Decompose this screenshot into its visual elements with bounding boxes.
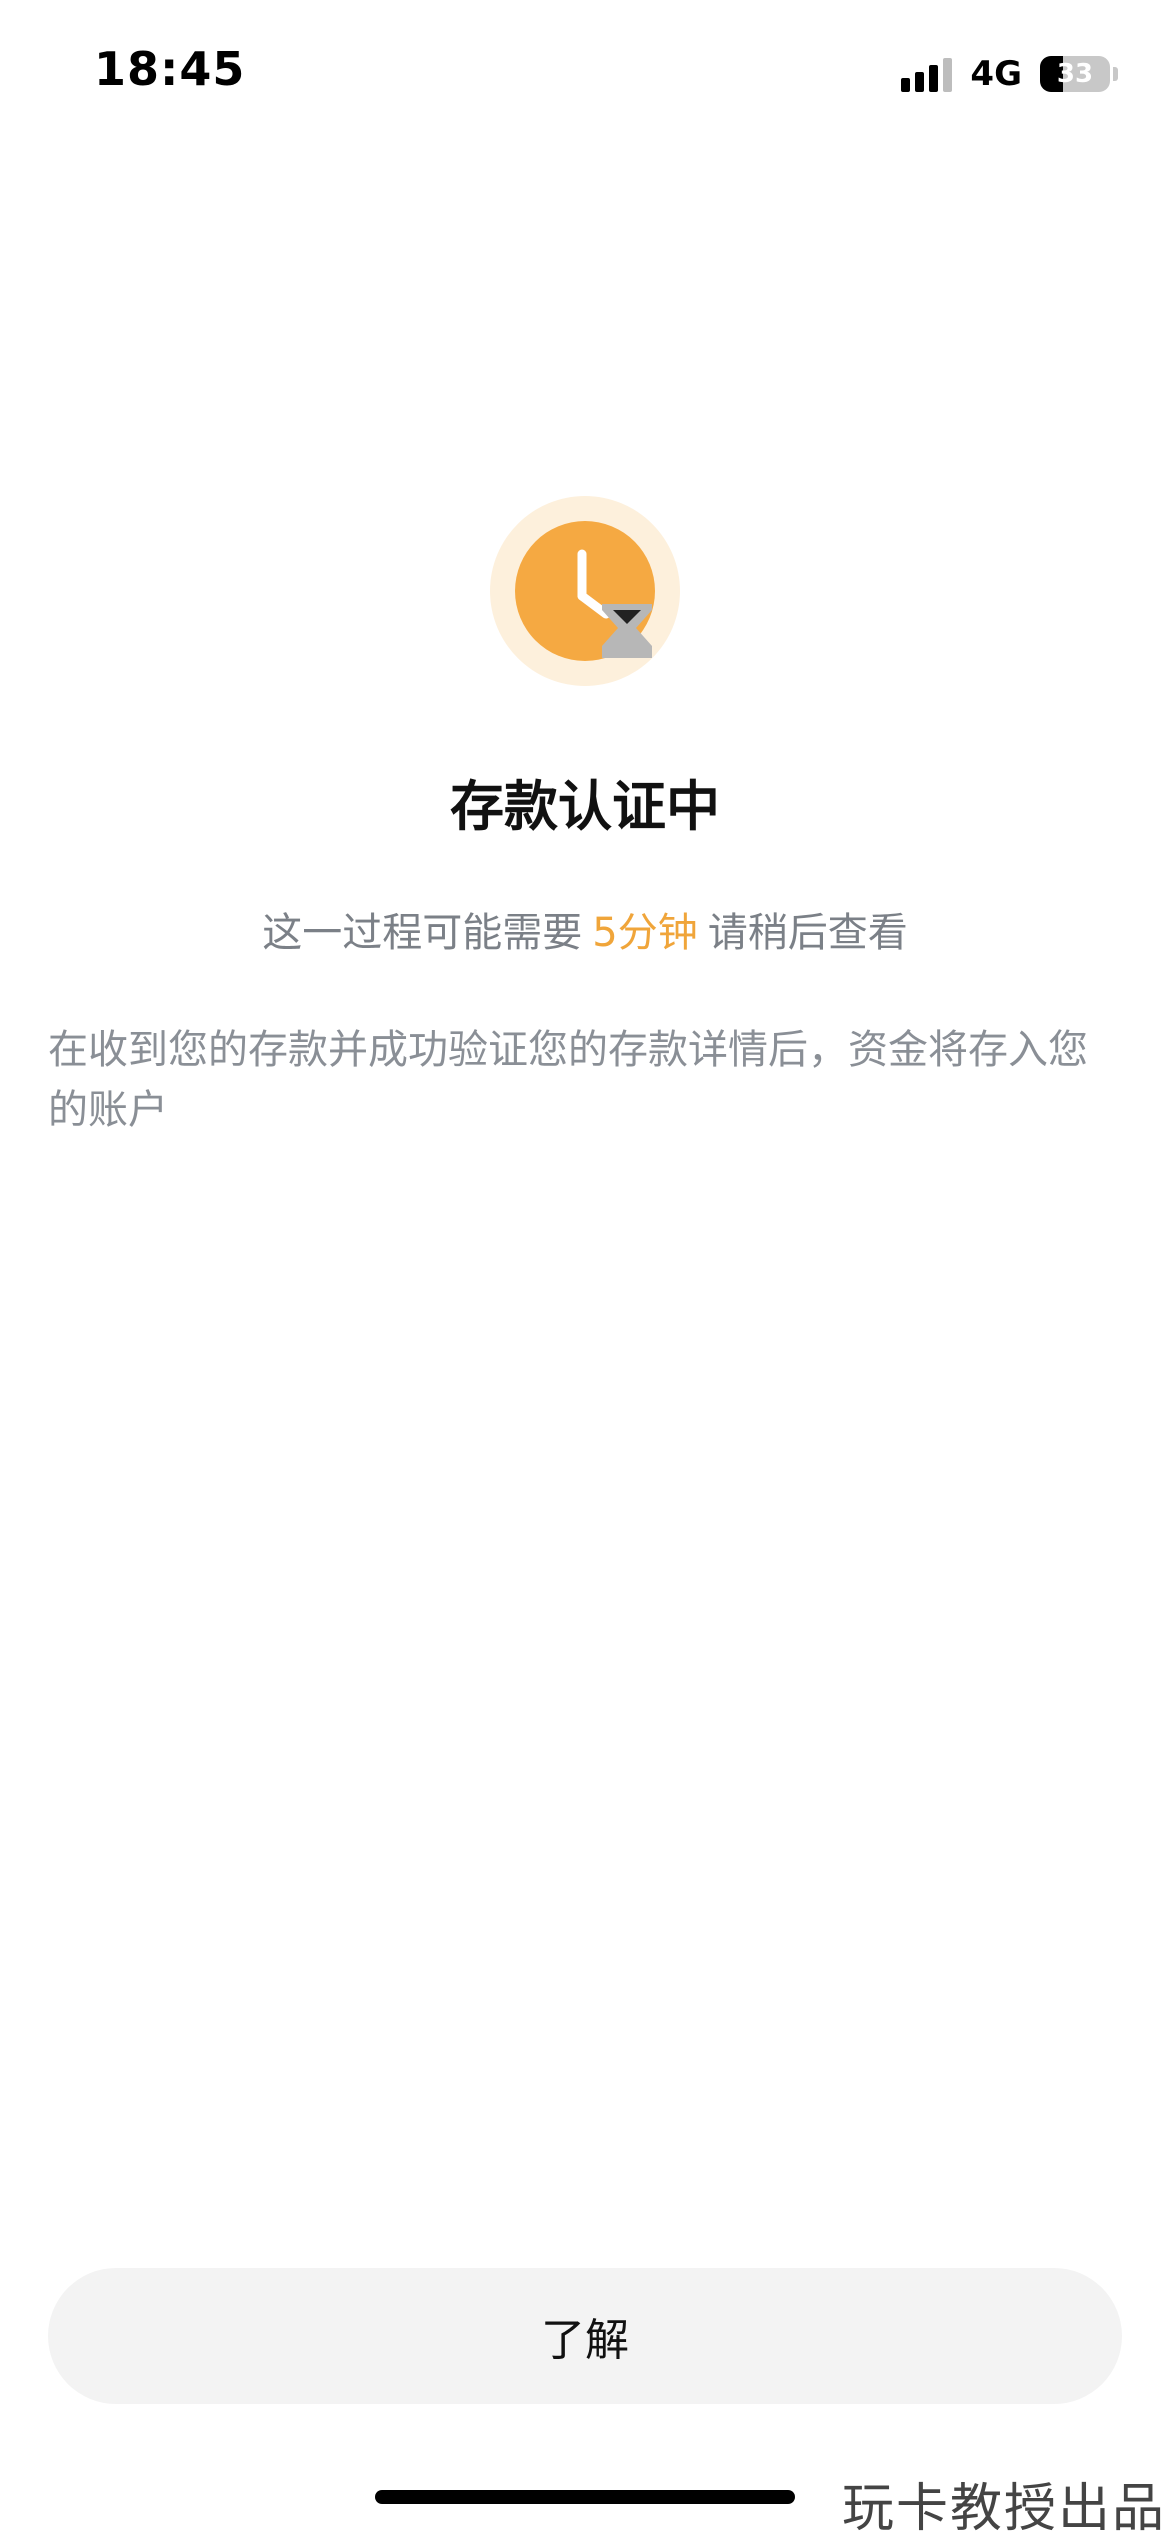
watermark-text: 玩卡教授出品 bbox=[841, 2479, 1166, 2539]
status-time: 18:45 bbox=[94, 42, 246, 96]
acknowledge-button[interactable]: 了解 bbox=[48, 2268, 1122, 2404]
battery-level-label: 33 bbox=[1056, 59, 1094, 89]
network-type-label: 4G bbox=[970, 54, 1022, 94]
status-bar: 18:45 4G 33 bbox=[0, 0, 1170, 140]
cellular-signal-icon bbox=[901, 56, 953, 92]
battery-cap bbox=[1113, 67, 1118, 81]
clock-hourglass-icon bbox=[490, 496, 680, 686]
home-indicator[interactable] bbox=[375, 2490, 795, 2504]
wait-time-notice: 这一过程可能需要 5分钟 请稍后查看 bbox=[0, 900, 1170, 958]
deposit-description: 在收到您的存款并成功验证您的存款详情后，资金将存入您的账户 bbox=[48, 1027, 1088, 1133]
wait-time-suffix: 请稍后查看 bbox=[707, 910, 908, 956]
wait-time-highlight: 5分钟 bbox=[592, 910, 698, 956]
page-title: 存款认证中 bbox=[450, 775, 720, 838]
status-indicators: 4G 33 bbox=[901, 52, 1118, 96]
wait-time-prefix: 这一过程可能需要 bbox=[262, 910, 583, 956]
battery-icon: 33 bbox=[1040, 56, 1110, 92]
